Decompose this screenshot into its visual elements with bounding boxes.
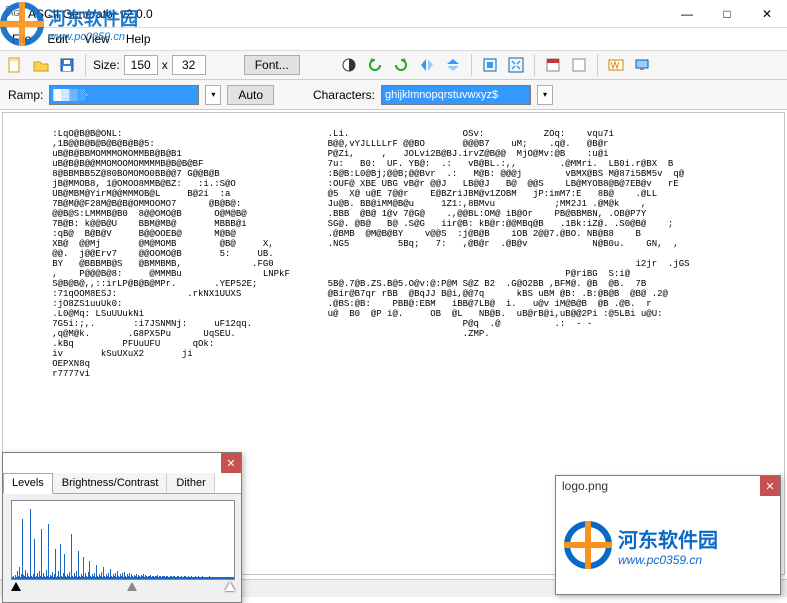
fit-window-button[interactable] — [505, 54, 527, 76]
actual-size-button[interactable] — [479, 54, 501, 76]
flip-vertical-button[interactable] — [442, 54, 464, 76]
characters-label: Characters: — [313, 88, 375, 102]
contrast-button[interactable] — [338, 54, 360, 76]
menu-file[interactable]: File — [4, 30, 39, 48]
black-point-slider[interactable] — [11, 582, 21, 591]
levels-tabs: Levels Brightness/Contrast Dither — [3, 473, 241, 494]
separator — [85, 54, 86, 76]
tab-brightness-contrast[interactable]: Brightness/Contrast — [53, 473, 168, 493]
characters-input[interactable] — [381, 85, 531, 105]
preview-logo-cn: 河东软件园 — [618, 524, 718, 553]
menu-help[interactable]: Help — [118, 30, 159, 48]
ramp-input[interactable] — [49, 85, 199, 105]
new-button[interactable] — [4, 54, 26, 76]
rotate-cw-button[interactable] — [390, 54, 412, 76]
menu-edit[interactable]: Edit — [39, 30, 76, 48]
minimize-button[interactable]: — — [667, 0, 707, 28]
palette-button[interactable] — [605, 54, 627, 76]
font-button[interactable]: Font... — [244, 55, 300, 75]
size-x: x — [162, 58, 168, 72]
preview-logo-icon — [564, 521, 612, 569]
save-button[interactable] — [56, 54, 78, 76]
auto-button[interactable]: Auto — [227, 85, 274, 105]
rampbar: Ramp: ▾ Auto Characters: ▾ — [0, 80, 787, 110]
levels-panel[interactable]: ✕ Levels Brightness/Contrast Dither — [2, 452, 242, 603]
mid-point-slider[interactable] — [127, 582, 137, 591]
preview-panel[interactable]: logo.png ✕ 河东软件园 www.pc0359.cn — [555, 475, 781, 595]
titlebar: AG ASCII Generator v2.0.0 — □ ✕ — [0, 0, 787, 28]
close-button[interactable]: ✕ — [747, 0, 787, 28]
white-point-slider[interactable] — [225, 582, 235, 591]
toolbar: Size: x Font... — [0, 50, 787, 80]
separator — [534, 54, 535, 76]
size-label: Size: — [93, 58, 120, 72]
rotate-ccw-button[interactable] — [364, 54, 386, 76]
levels-panel-close[interactable]: ✕ — [221, 453, 241, 473]
menubar: File Edit View Help — [0, 28, 787, 50]
separator — [471, 54, 472, 76]
preview-image: 河东软件园 www.pc0359.cn — [556, 496, 780, 594]
fg-color-button[interactable] — [542, 54, 564, 76]
flip-horizontal-button[interactable] — [416, 54, 438, 76]
maximize-button[interactable]: □ — [707, 0, 747, 28]
size-height-input[interactable] — [172, 55, 206, 75]
ramp-dropdown[interactable]: ▾ — [205, 85, 221, 105]
histogram — [11, 500, 235, 580]
tab-levels[interactable]: Levels — [3, 473, 53, 494]
ascii-text: :LqO@B@B@ONL: .Li. OSv: ZOq: vqu7i ,1B@@… — [3, 113, 784, 385]
preview-logo-url: www.pc0359.cn — [618, 553, 718, 567]
preview-button[interactable] — [631, 54, 653, 76]
size-width-input[interactable] — [124, 55, 158, 75]
characters-dropdown[interactable]: ▾ — [537, 85, 553, 105]
tab-dither[interactable]: Dither — [167, 473, 214, 493]
window-title: ASCII Generator v2.0.0 — [28, 7, 667, 21]
preview-panel-close[interactable]: ✕ — [760, 476, 780, 496]
levels-panel-titlebar[interactable]: ✕ — [3, 453, 241, 473]
levels-sliders[interactable] — [11, 582, 233, 596]
menu-view[interactable]: View — [76, 30, 118, 48]
separator — [597, 54, 598, 76]
open-button[interactable] — [30, 54, 52, 76]
preview-panel-titlebar[interactable]: logo.png ✕ — [556, 476, 780, 496]
preview-panel-title: logo.png — [562, 479, 608, 493]
ramp-label: Ramp: — [8, 88, 43, 102]
bg-color-button[interactable] — [568, 54, 590, 76]
app-icon: AG — [6, 6, 22, 22]
